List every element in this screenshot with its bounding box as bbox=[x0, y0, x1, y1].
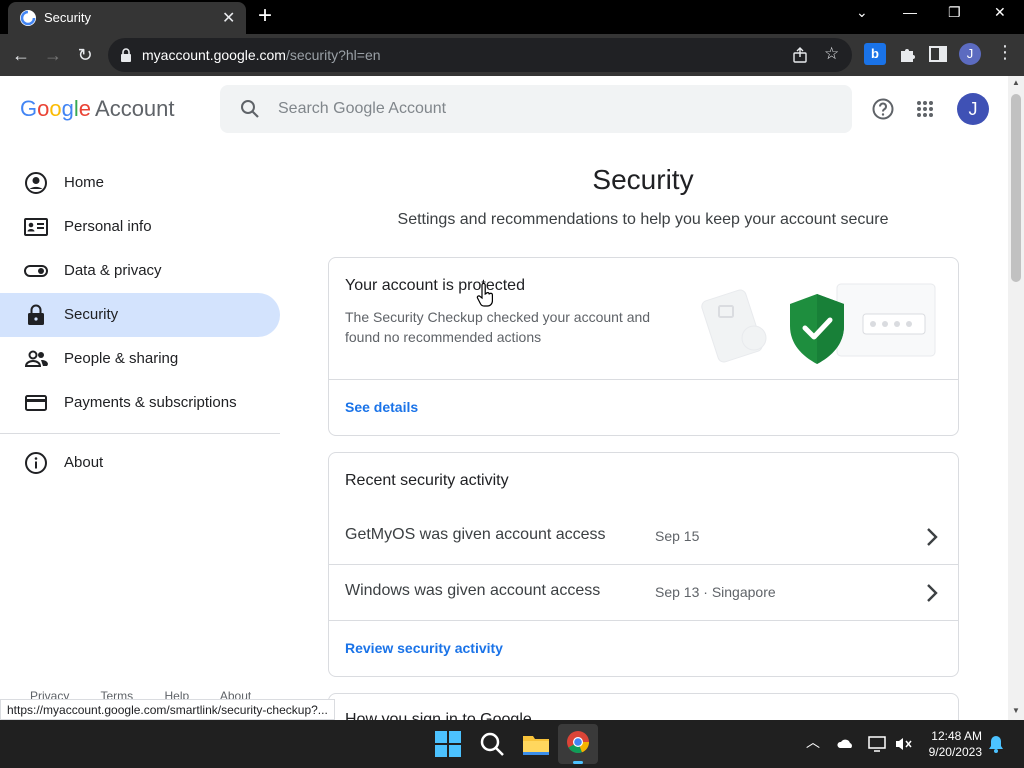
card-title: Your account is protected bbox=[345, 277, 525, 294]
reload-icon[interactable]: ↻ bbox=[72, 42, 98, 68]
tray-overflow-chevron-icon[interactable]: ︿ bbox=[806, 732, 820, 752]
tab-title: Security bbox=[44, 10, 91, 25]
system-clock[interactable]: 12:48 AM 9/20/2023 bbox=[918, 728, 982, 760]
chrome-taskbar-button[interactable] bbox=[558, 724, 598, 764]
bookmark-star-icon[interactable]: ☆ bbox=[824, 44, 839, 64]
google-favicon-icon bbox=[20, 10, 36, 26]
browser-tab[interactable]: Security ✕ bbox=[8, 2, 246, 34]
sidebar-item-about[interactable]: About bbox=[0, 441, 280, 485]
activity-row[interactable]: Windows was given account access Sep 13 … bbox=[329, 565, 958, 621]
search-icon bbox=[241, 100, 259, 118]
lock-icon bbox=[28, 304, 44, 325]
back-icon[interactable]: ← bbox=[8, 42, 34, 68]
windows-start-icon[interactable] bbox=[432, 728, 464, 760]
notification-bell-icon[interactable] bbox=[988, 735, 1004, 753]
hand-cursor-icon bbox=[476, 283, 493, 307]
new-tab-icon[interactable]: + bbox=[258, 2, 272, 30]
scrollbar-thumb[interactable] bbox=[1011, 94, 1021, 282]
sidebar-item-label: Data & privacy bbox=[64, 262, 162, 279]
page-scrollbar[interactable]: ▲ ▼ bbox=[1008, 76, 1024, 720]
browser-menu-icon[interactable]: ⋮ bbox=[996, 42, 1014, 63]
google-account-logo[interactable]: Google Account bbox=[20, 96, 175, 122]
chrome-icon bbox=[567, 731, 590, 754]
sidebar-item-label: Security bbox=[64, 306, 119, 323]
apps-grid-icon[interactable] bbox=[916, 100, 934, 118]
network-display-icon[interactable] bbox=[868, 736, 886, 752]
extensions-puzzle-icon[interactable] bbox=[896, 43, 918, 65]
google-logo-text: Google bbox=[20, 96, 92, 121]
extension-b-icon[interactable]: b bbox=[864, 43, 886, 65]
toggle-icon bbox=[24, 265, 48, 277]
account-protected-card: Your account is protected The Security C… bbox=[328, 257, 959, 436]
restore-icon[interactable]: ❐ bbox=[948, 4, 961, 21]
sidebar-item-label: Personal info bbox=[64, 218, 152, 235]
clock-time: 12:48 AM bbox=[931, 729, 982, 743]
sidebar-item-people-sharing[interactable]: People & sharing bbox=[0, 337, 280, 381]
activity-date: Sep 13 · Singapore bbox=[655, 584, 776, 600]
sidebar-item-label: Home bbox=[64, 174, 105, 191]
person-circle-icon bbox=[25, 172, 47, 194]
search-input[interactable]: Search Google Account bbox=[278, 100, 446, 118]
sidebar-item-label: About bbox=[64, 454, 104, 471]
chevron-right-icon bbox=[927, 584, 938, 602]
sidebar-item-label: Payments & subscriptions bbox=[64, 394, 237, 411]
url-text: myaccount.google.com/security?hl=en bbox=[142, 47, 381, 63]
activity-name: Windows was given account access bbox=[345, 582, 601, 599]
link-status-bubble: https://myaccount.google.com/smartlink/s… bbox=[0, 699, 335, 720]
search-bar[interactable]: Search Google Account bbox=[220, 85, 852, 133]
sidebar-item-personal-info[interactable]: Personal info bbox=[0, 205, 280, 249]
browser-tab-strip: Security ✕ + ⌄ — ❐ ✕ bbox=[0, 0, 1024, 34]
activity-date: Sep 15 bbox=[655, 528, 700, 544]
sidebar-divider bbox=[0, 433, 280, 434]
sidebar-item-payments[interactable]: Payments & subscriptions bbox=[0, 381, 280, 425]
credit-card-icon bbox=[25, 395, 47, 411]
sidebar-item-security[interactable]: Security bbox=[0, 293, 280, 337]
window-close-icon[interactable]: ✕ bbox=[994, 4, 1006, 21]
review-security-activity-link[interactable]: Review security activity bbox=[345, 640, 503, 656]
profile-avatar[interactable]: J bbox=[959, 43, 981, 65]
windows-taskbar: ︿ 12:48 AM 9/20/2023 bbox=[0, 720, 1024, 768]
account-avatar[interactable]: J bbox=[957, 93, 989, 125]
tab-close-icon[interactable]: ✕ bbox=[222, 8, 235, 28]
minimize-icon[interactable]: — bbox=[903, 4, 917, 20]
onedrive-icon[interactable] bbox=[836, 736, 854, 752]
page-title: Security bbox=[592, 164, 694, 195]
see-details-link[interactable]: See details bbox=[345, 399, 418, 415]
taskbar-search-icon[interactable] bbox=[476, 728, 508, 760]
clock-date: 9/20/2023 bbox=[928, 745, 982, 759]
address-bar[interactable]: myaccount.google.com/security?hl=en ☆ bbox=[108, 38, 852, 72]
info-icon bbox=[25, 452, 47, 474]
forward-icon[interactable]: → bbox=[40, 42, 66, 68]
share-icon[interactable] bbox=[792, 47, 808, 63]
activity-row[interactable]: GetMyOS was given account access Sep 15 bbox=[329, 509, 958, 565]
recent-activity-card: Recent security activity GetMyOS was giv… bbox=[328, 452, 959, 677]
tab-search-icon[interactable]: ⌄ bbox=[856, 4, 868, 21]
card-description: The Security Checkup checked your accoun… bbox=[345, 309, 651, 345]
people-icon bbox=[24, 350, 48, 367]
card-divider bbox=[329, 379, 958, 380]
row-divider bbox=[329, 620, 958, 621]
card-title: Recent security activity bbox=[345, 472, 509, 489]
sidebar-item-label: People & sharing bbox=[64, 350, 179, 367]
security-shield-illustration bbox=[701, 283, 936, 364]
lock-icon bbox=[121, 48, 131, 62]
page-subtitle: Settings and recommendations to help you… bbox=[397, 211, 889, 228]
sidebar-item-home[interactable]: Home bbox=[0, 161, 280, 205]
sidebar-item-data-privacy[interactable]: Data & privacy bbox=[0, 249, 280, 293]
chevron-right-icon bbox=[927, 528, 938, 546]
side-panel-icon[interactable] bbox=[927, 43, 949, 65]
file-explorer-icon[interactable] bbox=[520, 728, 552, 760]
activity-name: GetMyOS was given account access bbox=[345, 526, 606, 543]
help-icon[interactable] bbox=[872, 98, 894, 120]
browser-toolbar: ← → ↻ myaccount.google.com/security?hl=e… bbox=[0, 34, 1024, 76]
volume-muted-icon[interactable] bbox=[894, 736, 912, 752]
id-card-icon bbox=[24, 218, 48, 236]
